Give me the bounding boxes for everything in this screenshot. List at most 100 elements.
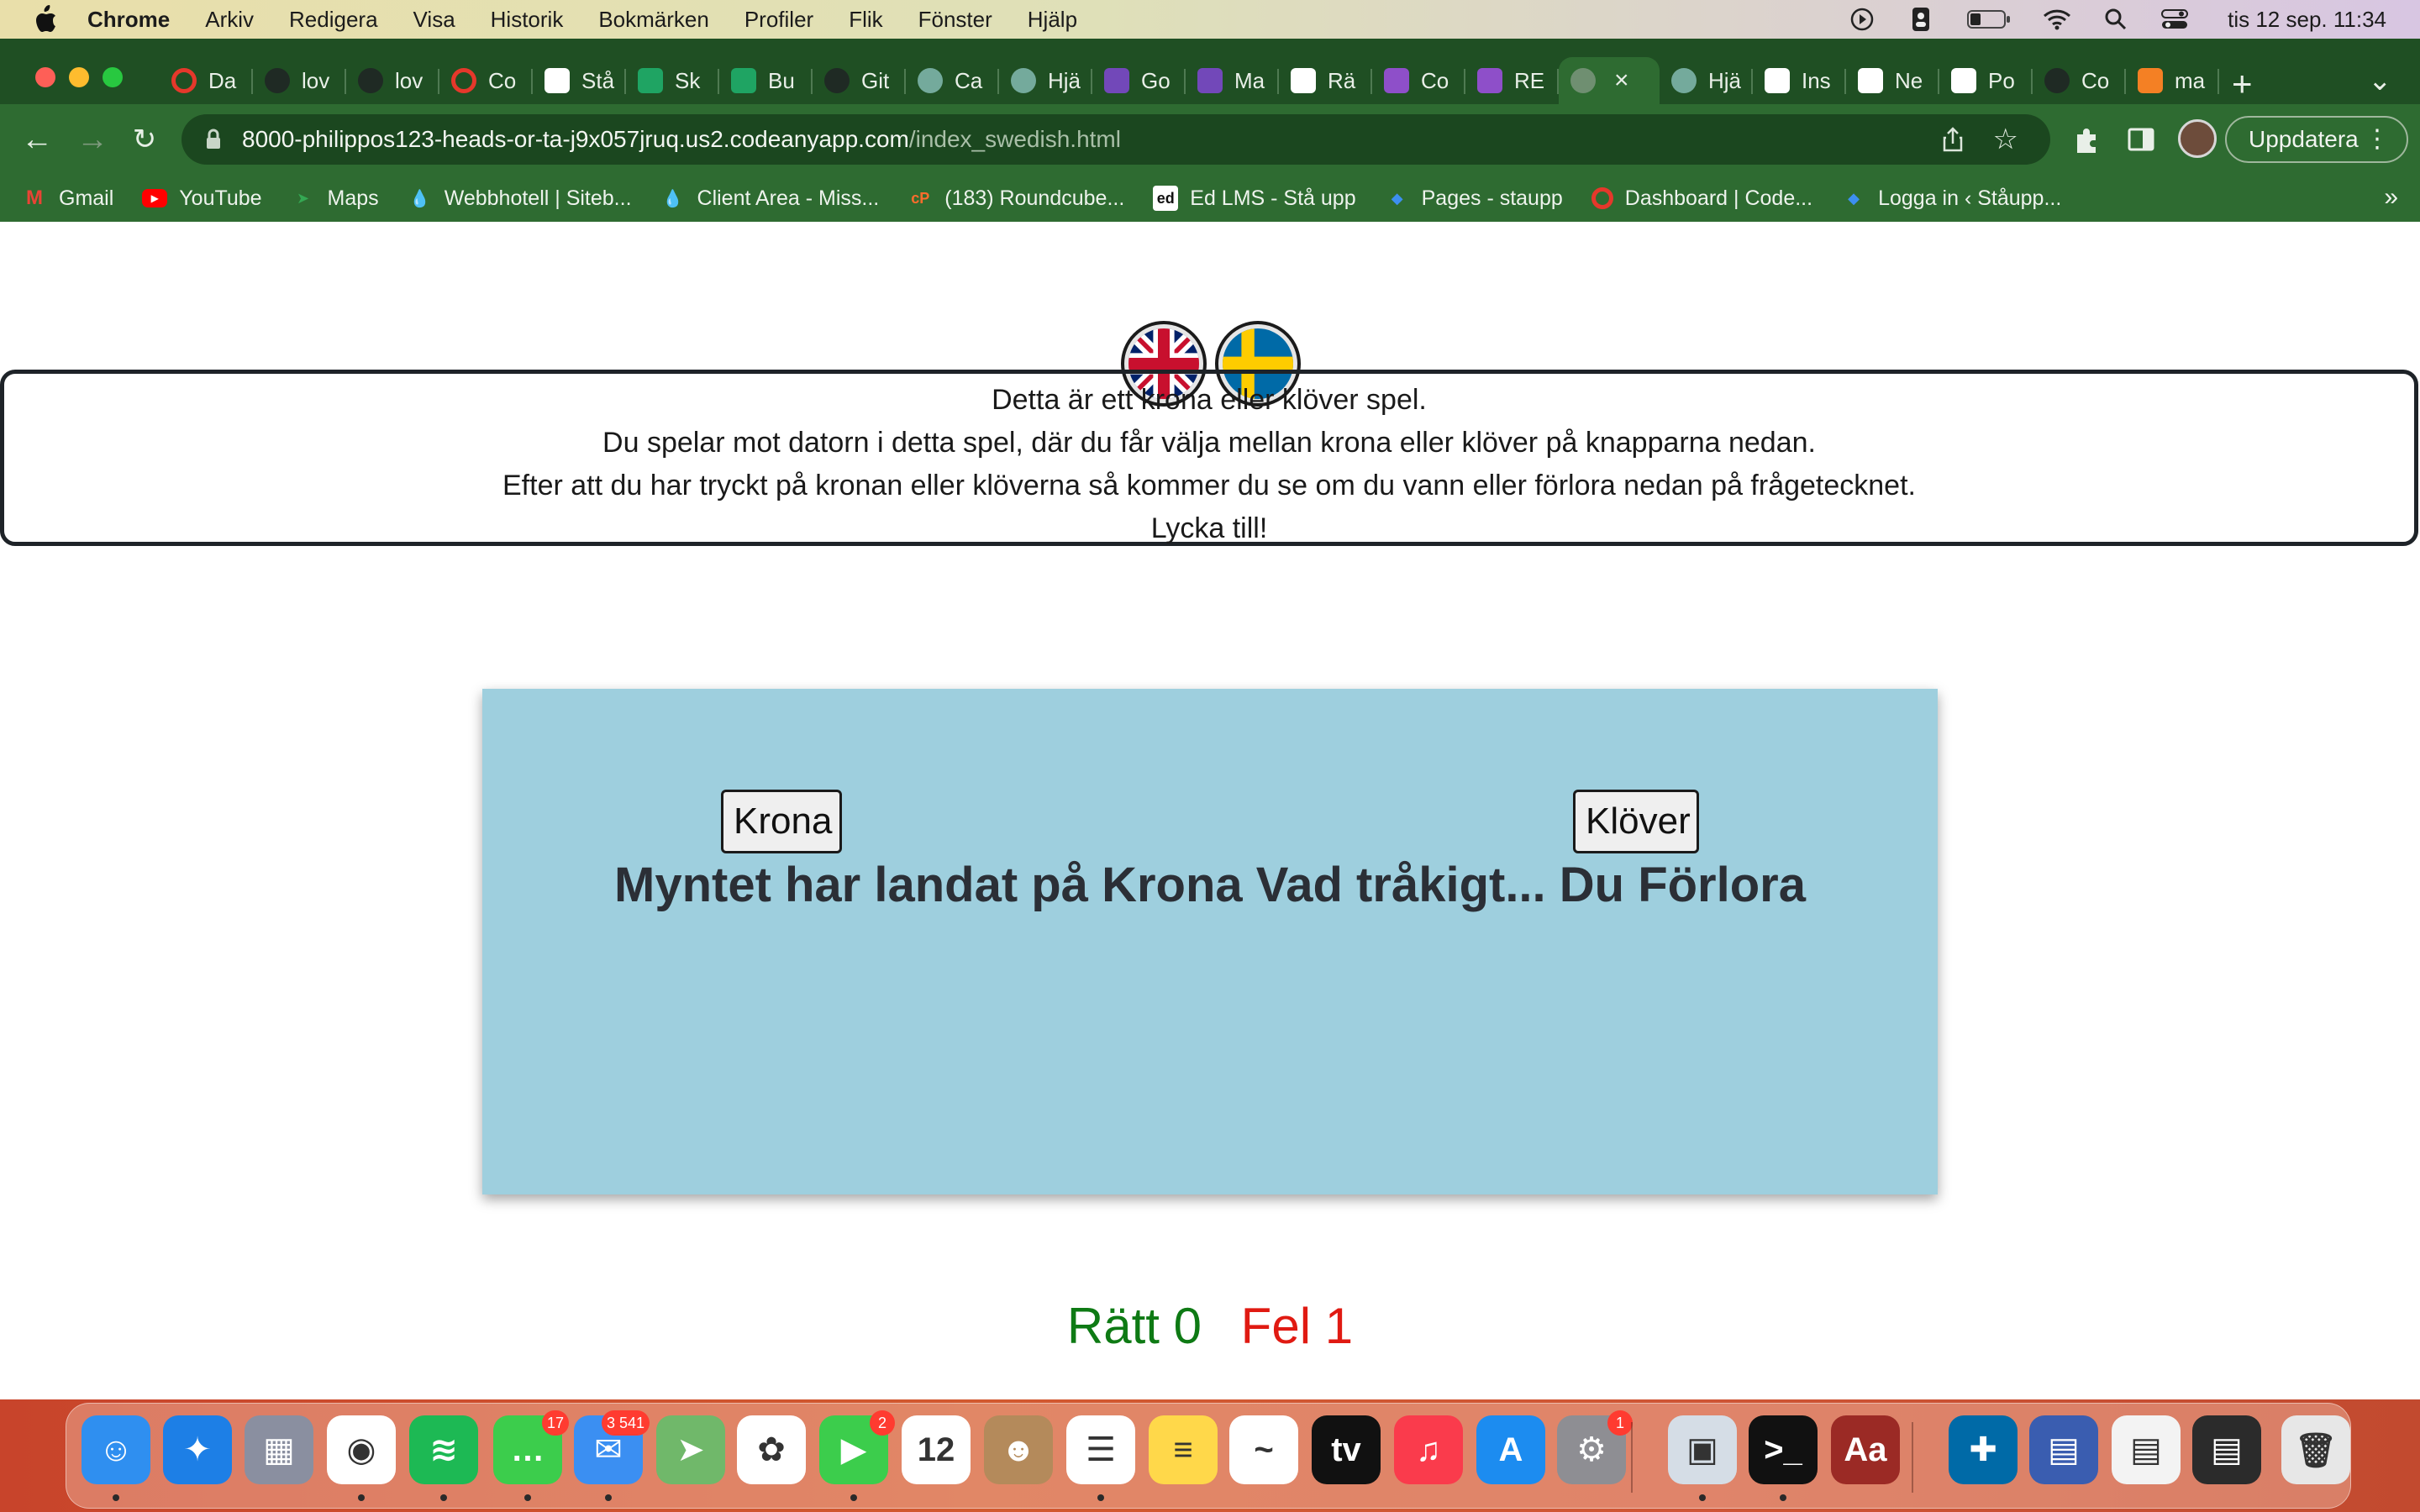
appstore-icon[interactable]: A bbox=[1476, 1415, 1545, 1484]
safari-icon[interactable]: ✦ bbox=[163, 1415, 232, 1484]
lock-icon bbox=[207, 129, 220, 149]
address-bar[interactable]: 8000-philippos123-heads-or-ta-j9x057jruq… bbox=[182, 114, 2050, 165]
klover-button[interactable]: Klöver bbox=[1573, 790, 1699, 853]
browser-tab[interactable]: Sk bbox=[626, 57, 719, 104]
menu-hjalp[interactable]: Hjälp bbox=[1028, 7, 1077, 33]
bookmark-star-icon[interactable]: ☆ bbox=[1993, 123, 2018, 156]
notes-icon[interactable]: ≡ bbox=[1149, 1415, 1218, 1484]
bookmark-item[interactable]: ◆ Logga in ‹ Ståupp... bbox=[1841, 186, 2061, 211]
browser-tab[interactable]: Go bbox=[1092, 57, 1186, 104]
menu-visa[interactable]: Visa bbox=[413, 7, 455, 33]
user-badge-icon[interactable] bbox=[1907, 5, 1935, 34]
browser-tab[interactable]: Da bbox=[160, 57, 253, 104]
battery-icon[interactable] bbox=[1965, 5, 2012, 34]
wifi-icon[interactable] bbox=[2043, 5, 2071, 34]
browser-tab[interactable]: Ma bbox=[1186, 57, 1279, 104]
launchpad-icon[interactable]: ▦ bbox=[245, 1415, 313, 1484]
chrome-icon[interactable]: ◉ bbox=[327, 1415, 396, 1484]
bookmarks-overflow-button[interactable]: » bbox=[2384, 183, 2398, 212]
browser-tab[interactable]: Bu bbox=[719, 57, 813, 104]
browser-tab[interactable]: RE bbox=[1465, 57, 1559, 104]
browser-tab[interactable]: Co bbox=[2033, 57, 2126, 104]
browser-tab[interactable]: Stå bbox=[533, 57, 626, 104]
menu-arkiv[interactable]: Arkiv bbox=[205, 7, 254, 33]
trash-icon[interactable]: 🗑 bbox=[2281, 1415, 2350, 1484]
dictionary-icon[interactable]: Aa bbox=[1831, 1415, 1900, 1484]
side-panel-icon[interactable] bbox=[2124, 123, 2158, 156]
browser-tab[interactable]: Hjä bbox=[999, 57, 1092, 104]
terminal-icon[interactable]: >_ bbox=[1749, 1415, 1818, 1484]
photos-icon[interactable]: ✿ bbox=[737, 1415, 806, 1484]
menu-app-name[interactable]: Chrome bbox=[87, 7, 170, 33]
messages-icon[interactable]: … 17 bbox=[493, 1410, 569, 1484]
window-thumb-icon[interactable]: ▤ bbox=[2192, 1415, 2261, 1484]
browser-tab[interactable]: Ca bbox=[906, 57, 999, 104]
close-window-button[interactable] bbox=[35, 67, 55, 87]
control-center-icon[interactable] bbox=[2160, 5, 2189, 34]
browser-tab[interactable]: Ins bbox=[1753, 57, 1846, 104]
reminders-icon[interactable]: ☰ bbox=[1066, 1415, 1135, 1484]
tab-active[interactable]: × bbox=[1559, 57, 1660, 104]
maps-icon[interactable]: ➤ bbox=[656, 1415, 725, 1484]
bookmark-item[interactable]: ▶ YouTube bbox=[142, 186, 262, 211]
browser-tab[interactable]: Git bbox=[813, 57, 906, 104]
browser-tab[interactable]: Hjä bbox=[1660, 57, 1753, 104]
url-text[interactable]: 8000-philippos123-heads-or-ta-j9x057jruq… bbox=[242, 126, 1121, 153]
settings-icon[interactable]: ⚙ 1 bbox=[1557, 1410, 1633, 1484]
bookmark-item[interactable]: 💧 Client Area - Miss... bbox=[660, 186, 879, 211]
contacts-icon[interactable]: ☻ bbox=[984, 1415, 1053, 1484]
browser-tab[interactable]: Po bbox=[1939, 57, 2033, 104]
bookmark-item[interactable]: ◆ Pages - staupp bbox=[1385, 186, 1563, 211]
reload-icon[interactable]: ↻ bbox=[126, 121, 163, 158]
bookmark-item[interactable]: 💧 Webbhotell | Siteb... bbox=[408, 186, 631, 211]
mail-icon[interactable]: ✉ 3 541 bbox=[574, 1410, 650, 1484]
close-tab-icon[interactable]: × bbox=[1614, 66, 1629, 95]
menu-profiler[interactable]: Profiler bbox=[744, 7, 813, 33]
freeform-icon[interactable]: ~ bbox=[1229, 1415, 1298, 1484]
forward-icon[interactable]: → bbox=[74, 121, 111, 158]
spotify-icon[interactable]: ≋ bbox=[409, 1415, 478, 1484]
minimize-window-button[interactable] bbox=[69, 67, 89, 87]
back-icon[interactable]: ← bbox=[18, 121, 55, 158]
profile-avatar[interactable] bbox=[2178, 119, 2217, 158]
facetime-icon[interactable]: ▶ 2 bbox=[819, 1410, 895, 1484]
calendar-icon[interactable]: 12 bbox=[902, 1415, 971, 1484]
share-icon[interactable] bbox=[1939, 126, 1966, 153]
new-tab-button[interactable]: + bbox=[2232, 64, 2253, 104]
music-icon[interactable]: ♫ bbox=[1394, 1415, 1463, 1484]
bookmark-item[interactable]: Dashboard | Code... bbox=[1591, 186, 1812, 211]
menu-bokmarken[interactable]: Bokmärken bbox=[598, 7, 709, 33]
more-menu-icon[interactable]: ⋮ bbox=[2365, 124, 2390, 154]
menu-fonster[interactable]: Fönster bbox=[918, 7, 992, 33]
fullscreen-window-button[interactable] bbox=[103, 67, 123, 87]
browser-tab[interactable]: Co bbox=[439, 57, 533, 104]
menu-historik[interactable]: Historik bbox=[491, 7, 564, 33]
swedish-flag-icon[interactable]: ✚ bbox=[1949, 1415, 2018, 1484]
browser-tab[interactable]: lov bbox=[253, 57, 346, 104]
menu-flik[interactable]: Flik bbox=[849, 7, 882, 33]
krona-button[interactable]: Krona bbox=[721, 790, 842, 853]
preview-icon[interactable]: ▣ bbox=[1668, 1415, 1737, 1484]
extensions-puzzle-icon[interactable] bbox=[2070, 123, 2104, 156]
finder-icon[interactable]: ☺ bbox=[82, 1415, 150, 1484]
spotlight-search-icon[interactable] bbox=[2102, 5, 2130, 34]
browser-tab[interactable]: ma bbox=[2126, 57, 2219, 104]
appletv-icon[interactable]: tv bbox=[1312, 1415, 1381, 1484]
window-thumb-icon[interactable]: ▤ bbox=[2112, 1415, 2181, 1484]
menu-redigera[interactable]: Redigera bbox=[289, 7, 378, 33]
update-chrome-button[interactable]: Uppdatera ⋮ bbox=[2225, 116, 2408, 163]
browser-tab[interactable]: Ne bbox=[1846, 57, 1939, 104]
bookmark-item[interactable]: ➤ Maps bbox=[291, 186, 379, 211]
browser-tab[interactable]: lov bbox=[346, 57, 439, 104]
play-status-icon[interactable] bbox=[1848, 5, 1876, 34]
bookmark-item[interactable]: ed Ed LMS - Stå upp bbox=[1153, 186, 1356, 211]
browser-tab[interactable]: Co bbox=[1372, 57, 1465, 104]
browser-tab[interactable]: Rä bbox=[1279, 57, 1372, 104]
bookmark-item[interactable]: cP (183) Roundcube... bbox=[908, 186, 1124, 211]
menu-clock[interactable]: tis 12 sep. 11:34 bbox=[2228, 7, 2386, 33]
bookmark-item[interactable]: M Gmail bbox=[22, 186, 113, 211]
tab-search-chevron-icon[interactable]: ⌄ bbox=[2368, 64, 2392, 97]
window-thumb-icon[interactable]: ▤ bbox=[2029, 1415, 2098, 1484]
dock-glyph: ⚙ bbox=[1576, 1431, 1607, 1468]
apple-icon[interactable] bbox=[29, 3, 62, 36]
